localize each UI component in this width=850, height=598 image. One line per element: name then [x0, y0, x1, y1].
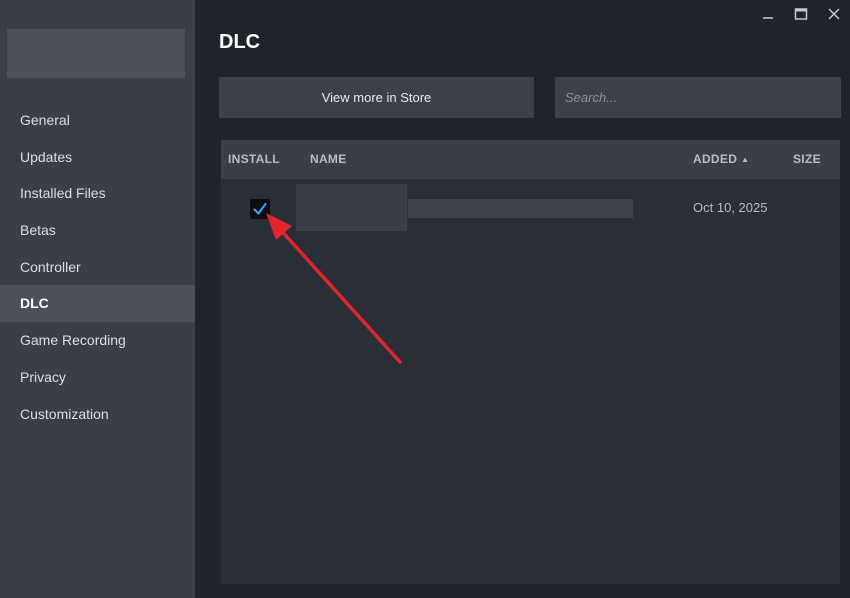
column-header-added-label: ADDED [693, 152, 738, 166]
column-header-name[interactable]: NAME [310, 140, 347, 179]
sidebar: General Updates Installed Files Betas Co… [0, 0, 195, 598]
steam-properties-window: General Updates Installed Files Betas Co… [0, 0, 850, 598]
sidebar-item-game-recording[interactable]: Game Recording [0, 322, 195, 359]
dlc-table: INSTALL NAME ADDED ▲ SIZE Oct 10, 2025 [221, 140, 840, 584]
sidebar-item-betas[interactable]: Betas [0, 212, 195, 249]
table-row: Oct 10, 2025 [221, 179, 840, 235]
minimize-button[interactable] [751, 2, 784, 26]
table-header: INSTALL NAME ADDED ▲ SIZE [221, 140, 840, 179]
minimize-icon [762, 17, 773, 19]
dlc-thumbnail-placeholder [296, 184, 407, 231]
page-title: DLC [219, 31, 261, 53]
column-header-install[interactable]: INSTALL [228, 140, 280, 179]
sidebar-item-controller[interactable]: Controller [0, 249, 195, 286]
window-controls [751, 2, 850, 26]
maximize-button[interactable] [784, 2, 817, 26]
maximize-icon [794, 8, 807, 20]
close-button[interactable] [817, 2, 850, 26]
install-checkbox[interactable] [250, 199, 270, 219]
sidebar-item-dlc[interactable]: DLC [0, 285, 195, 323]
sidebar-nav: General Updates Installed Files Betas Co… [0, 102, 195, 432]
checkmark-icon [253, 202, 267, 215]
sidebar-item-general[interactable]: General [0, 102, 195, 139]
sidebar-item-privacy[interactable]: Privacy [0, 359, 195, 396]
search-input[interactable] [555, 77, 841, 118]
dlc-name-placeholder [408, 199, 633, 218]
game-banner-placeholder [7, 29, 185, 78]
sidebar-item-installed-files[interactable]: Installed Files [0, 175, 195, 212]
sort-ascending-icon: ▲ [741, 155, 750, 164]
sidebar-item-customization[interactable]: Customization [0, 396, 195, 433]
dlc-added-date: Oct 10, 2025 [693, 200, 768, 215]
view-more-in-store-button[interactable]: View more in Store [219, 77, 534, 118]
column-header-added[interactable]: ADDED ▲ [693, 140, 749, 179]
sidebar-item-updates[interactable]: Updates [0, 139, 195, 176]
column-header-size[interactable]: SIZE [793, 140, 821, 179]
close-icon [827, 8, 840, 20]
